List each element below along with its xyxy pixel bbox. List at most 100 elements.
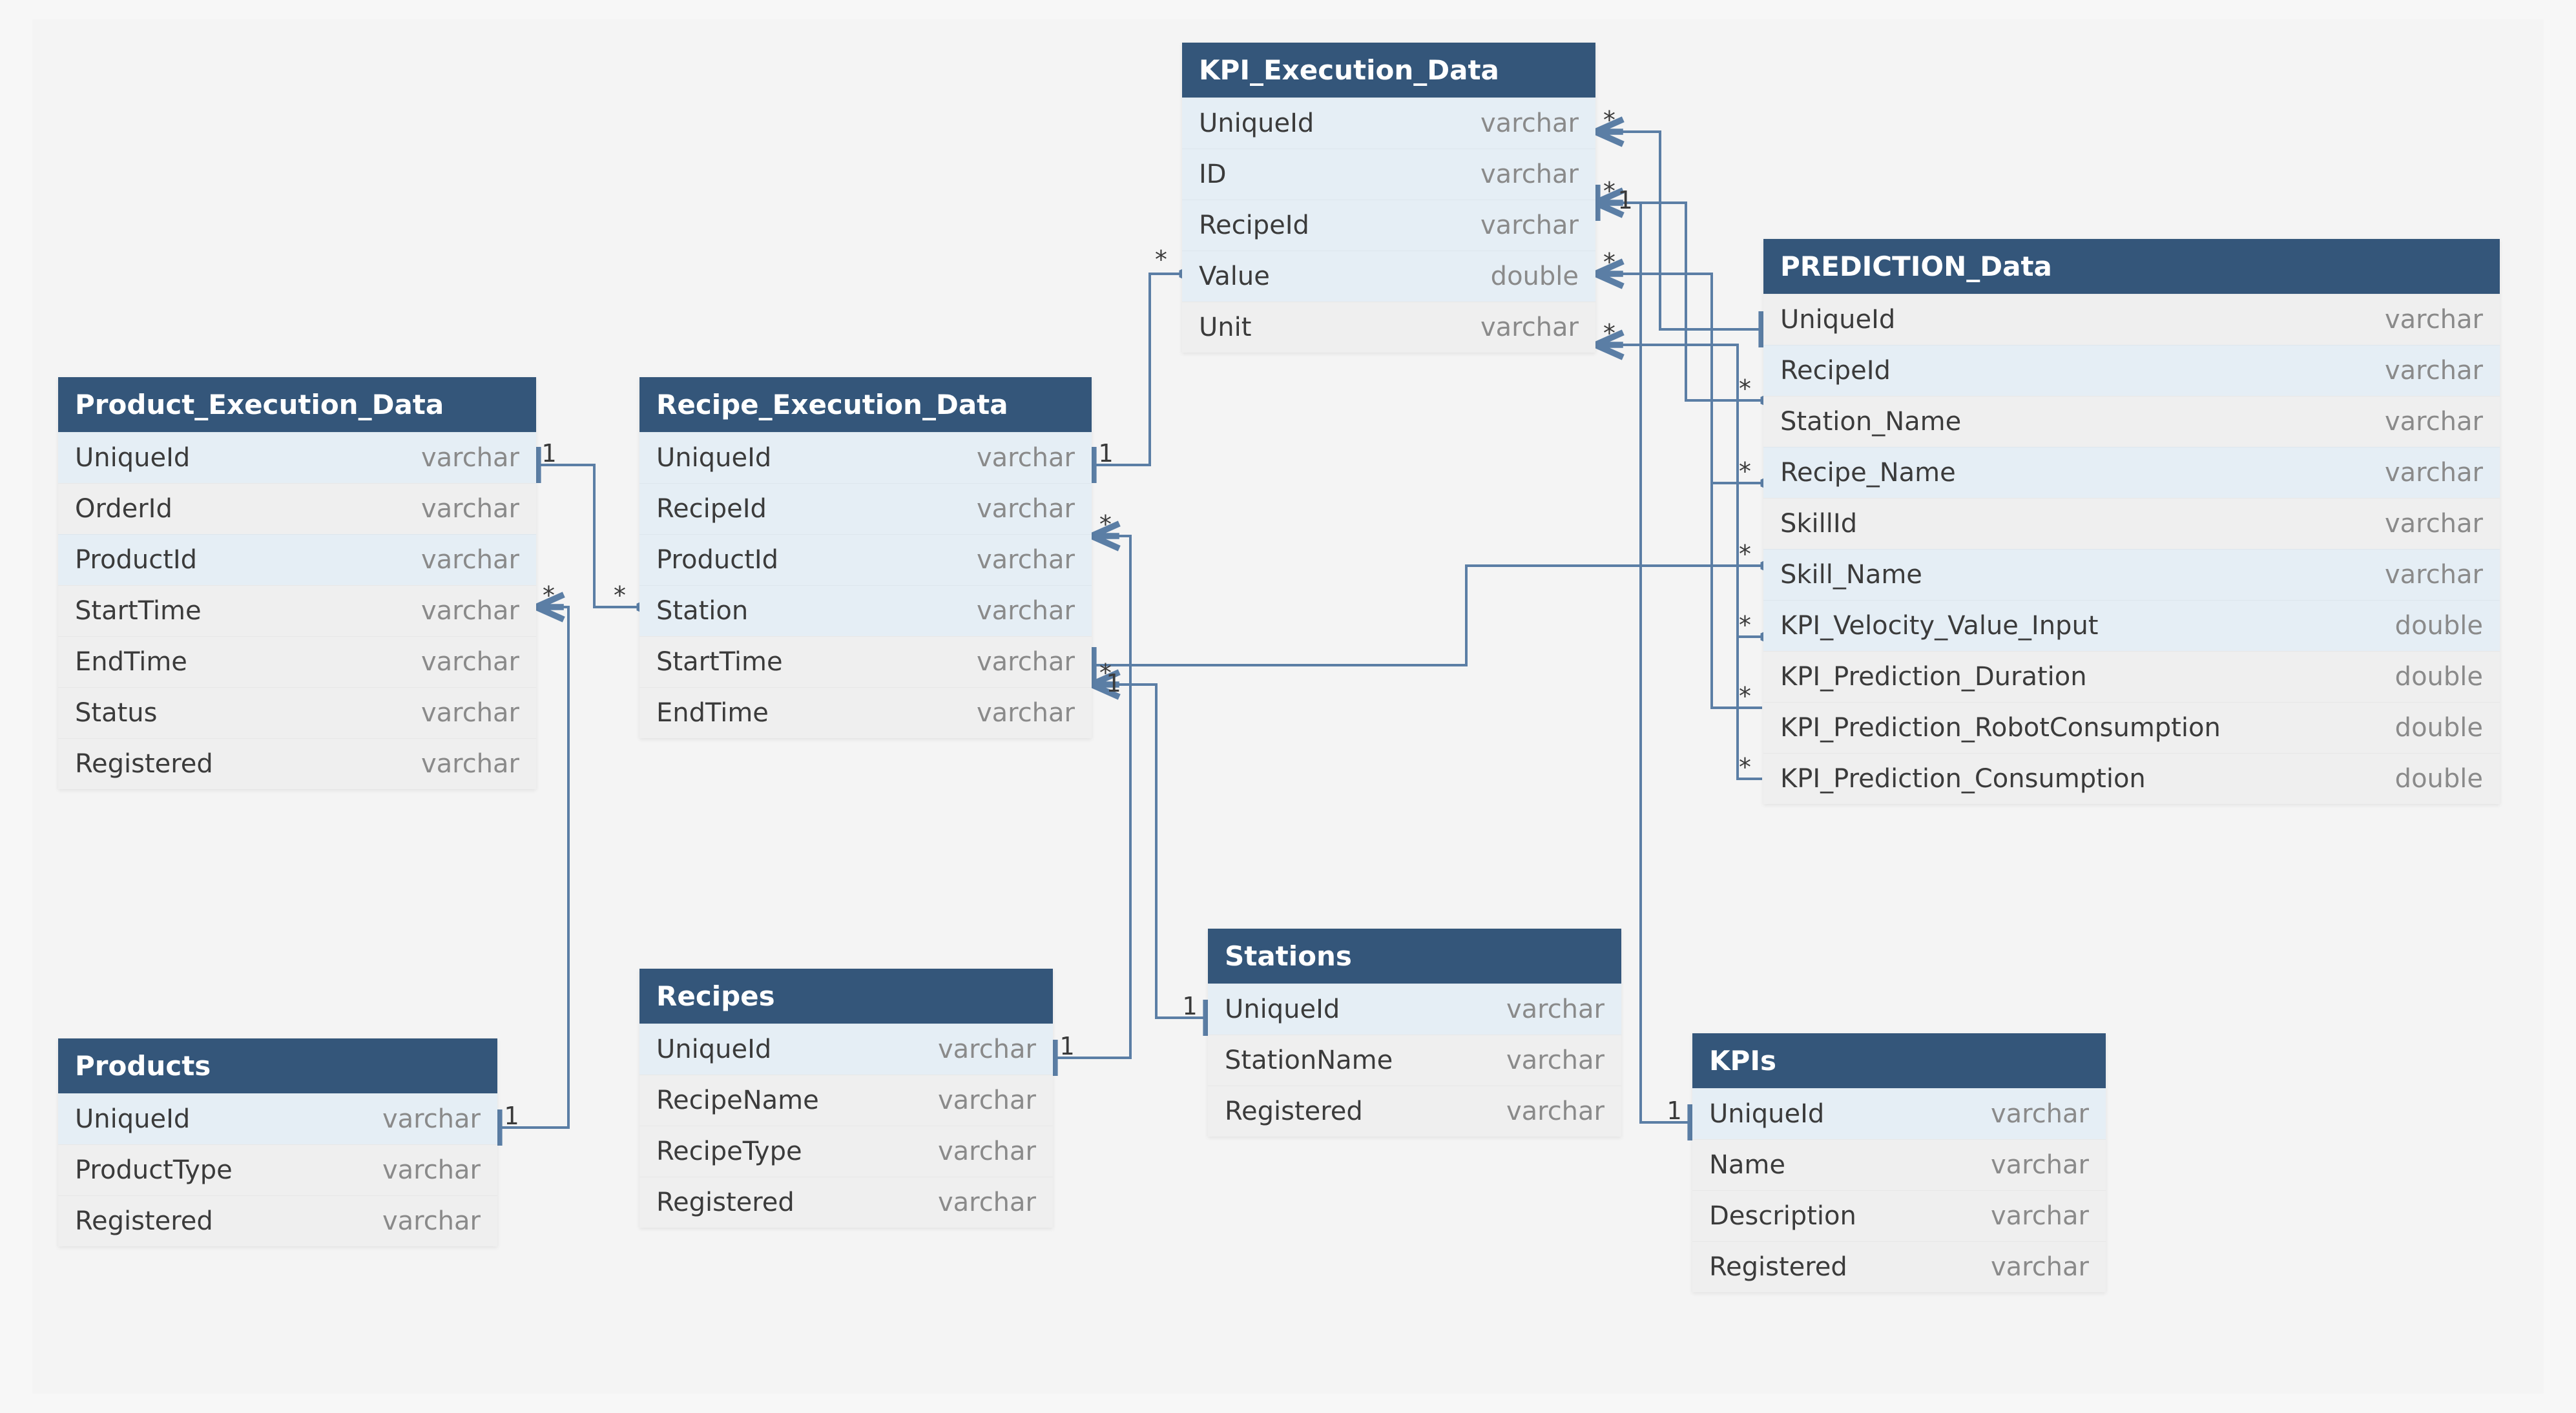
attribute-name: UniqueId	[656, 443, 771, 473]
attribute-type: double	[1491, 262, 1579, 291]
attribute-row: Namevarchar	[1692, 1139, 2106, 1190]
card-label-star: *	[1602, 319, 1617, 347]
attribute-type: varchar	[1480, 160, 1579, 189]
attribute-row: Statusvarchar	[58, 687, 536, 738]
entity-title: Product_Execution_Data	[58, 377, 536, 432]
card-label-star: *	[1738, 611, 1752, 639]
attribute-name: RecipeType	[656, 1137, 802, 1166]
attribute-name: Registered	[656, 1188, 795, 1217]
entity-recipes: RecipesUniqueIdvarcharRecipeNamevarcharR…	[639, 969, 1053, 1228]
attribute-type: varchar	[421, 749, 519, 779]
attribute-type: varchar	[421, 596, 519, 626]
attribute-type: varchar	[1480, 211, 1579, 240]
card-label-star: *	[1738, 540, 1752, 568]
attribute-row: StartTime varchar	[58, 585, 536, 636]
attribute-name: Registered	[75, 1206, 213, 1236]
attribute-type: varchar	[1506, 1046, 1605, 1075]
attribute-type: varchar	[2385, 305, 2483, 335]
card-label-1: 1	[1098, 439, 1113, 468]
attribute-name: OrderId	[75, 494, 172, 524]
attribute-row: Unitvarchar	[1182, 302, 1595, 353]
attribute-row: ProductIdvarchar	[639, 534, 1092, 585]
attribute-row: Skill_Namevarchar	[1763, 549, 2500, 600]
attribute-name: ProductId	[75, 545, 197, 575]
er-diagram-canvas: 1 * * 1 1 * * 1 * 1 1 * * 1 * * * * * * …	[32, 19, 2544, 1394]
card-label-star: *	[1602, 248, 1617, 276]
card-label-1: 1	[1617, 186, 1632, 214]
card-label-1: 1	[1182, 992, 1197, 1020]
attribute-name: StartTime	[656, 647, 783, 677]
attribute-name: SkillId	[1780, 509, 1857, 539]
attribute-name: StartTime	[75, 596, 202, 626]
attribute-type: varchar	[421, 545, 519, 575]
attribute-name: Name	[1709, 1150, 1785, 1180]
attribute-row: Registeredvarchar	[639, 1177, 1053, 1228]
attribute-type: double	[2395, 764, 2483, 794]
attribute-row: UniqueIdvarchar	[1692, 1088, 2106, 1139]
attribute-name: Registered	[1225, 1097, 1363, 1126]
attribute-row: KPI_Prediction_Consumptiondouble	[1763, 753, 2500, 804]
card-label-1: 1	[541, 439, 556, 468]
card-label-star: *	[1738, 753, 1752, 781]
attribute-row: RecipeNamevarchar	[639, 1075, 1053, 1126]
attribute-type: varchar	[1506, 995, 1605, 1024]
card-label-1: 1	[1667, 1097, 1681, 1125]
attribute-type: varchar	[977, 596, 1075, 626]
card-label-star: *	[612, 581, 627, 610]
attribute-name: Registered	[75, 749, 213, 779]
attribute-name: StationName	[1225, 1046, 1393, 1075]
attribute-row: UniqueId varchar	[58, 432, 536, 483]
attribute-type: double	[2395, 611, 2483, 641]
card-label-star: *	[1738, 682, 1752, 710]
entity-title: Recipes	[639, 969, 1053, 1024]
entity-stations: StationsUniqueIdvarcharStationNamevarcha…	[1208, 929, 1621, 1137]
attribute-name: KPI_Prediction_Duration	[1780, 662, 2087, 692]
attribute-name: ProductType	[75, 1155, 233, 1185]
attribute-row: EndTimevarchar	[58, 636, 536, 687]
attribute-row: UniqueId varchar	[1182, 98, 1595, 149]
attribute-name: UniqueId	[75, 443, 190, 473]
attribute-name: RecipeId	[1780, 356, 1891, 386]
attribute-name: Value	[1199, 262, 1270, 291]
attribute-name: ID	[1199, 160, 1227, 189]
attribute-row: RecipeTypevarchar	[639, 1126, 1053, 1177]
attribute-name: RecipeName	[656, 1086, 819, 1115]
attribute-type: varchar	[1991, 1201, 2089, 1231]
card-label-star: *	[541, 581, 556, 610]
attribute-type: varchar	[977, 494, 1075, 524]
attribute-name: UniqueId	[656, 1035, 771, 1064]
attribute-row: SkillIdvarchar	[1763, 498, 2500, 549]
attribute-name: Registered	[1709, 1252, 1847, 1282]
attribute-name: Description	[1709, 1201, 1856, 1231]
attribute-row: UniqueIdvarchar	[1763, 294, 2500, 345]
entity-title: Recipe_Execution_Data	[639, 377, 1092, 432]
attribute-type: varchar	[2385, 458, 2483, 488]
card-label-1: 1	[1059, 1032, 1074, 1060]
card-label-1: 1	[504, 1102, 519, 1130]
attribute-type: varchar	[421, 443, 519, 473]
attribute-type: varchar	[938, 1035, 1036, 1064]
attribute-row: ProductType varchar	[58, 1144, 497, 1195]
attribute-row: Description varchar	[1692, 1190, 2106, 1241]
attribute-row: RecipeId varchar	[1182, 200, 1595, 251]
attribute-name: RecipeId	[1199, 211, 1309, 240]
attribute-row: UniqueIdvarchar	[58, 1093, 497, 1144]
attribute-type: varchar	[977, 647, 1075, 677]
attribute-row: StartTime varchar	[639, 636, 1092, 687]
entity-product-execution-data: Product_Execution_Data UniqueId varchar Ord…	[58, 377, 536, 789]
attribute-type: varchar	[1506, 1097, 1605, 1126]
attribute-row: ID varchar	[1182, 149, 1595, 200]
entity-prediction-data: PREDICTION_DataUniqueIdvarcharRecipeIdva…	[1763, 239, 2500, 804]
card-label-star: *	[1602, 177, 1617, 205]
attribute-row: ProductId varchar	[58, 534, 536, 585]
attribute-name: UniqueId	[1199, 108, 1314, 138]
attribute-name: KPI_Prediction_RobotConsumption	[1780, 713, 2221, 743]
attribute-name: Station	[656, 596, 748, 626]
attribute-type: varchar	[382, 1206, 481, 1236]
attribute-type: varchar	[421, 647, 519, 677]
attribute-type: varchar	[1480, 108, 1579, 138]
attribute-name: KPI_Velocity_Value_Input	[1780, 611, 2098, 641]
attribute-name: Station_Name	[1780, 407, 1961, 437]
attribute-type: varchar	[382, 1155, 481, 1185]
card-label-star: *	[1154, 245, 1169, 274]
